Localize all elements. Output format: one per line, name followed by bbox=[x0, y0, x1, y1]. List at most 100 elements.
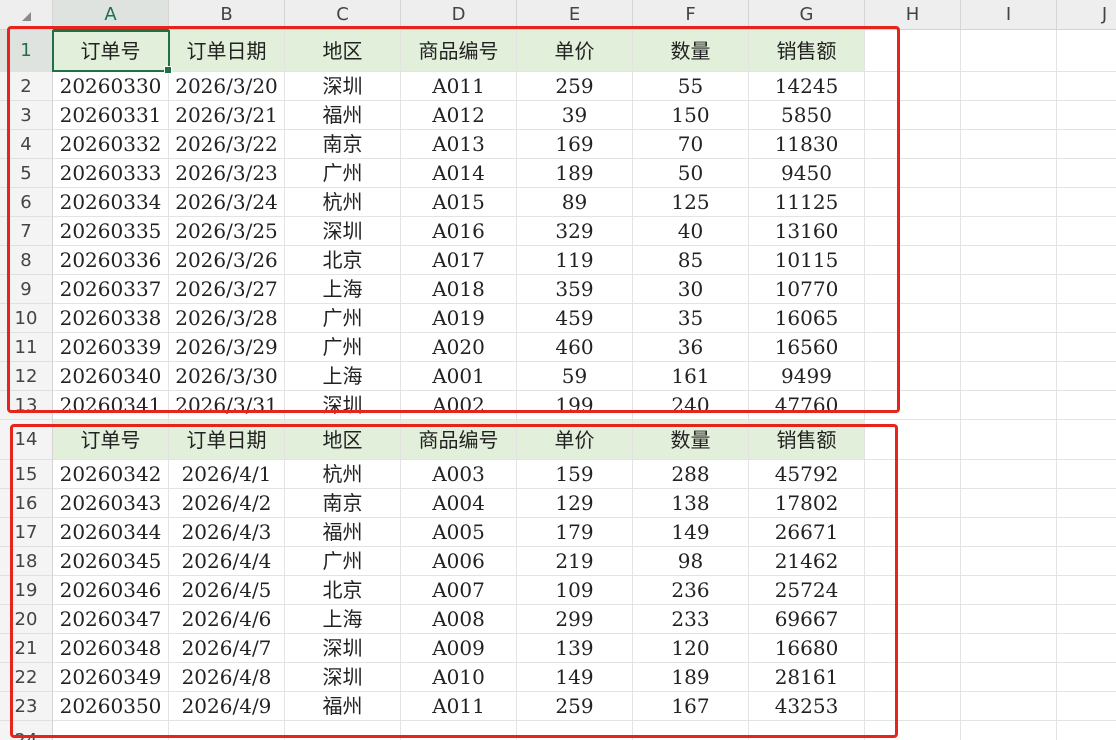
cell-h13[interactable] bbox=[865, 391, 961, 420]
row-header-18[interactable]: 18 bbox=[0, 547, 53, 576]
cell-d11[interactable]: A020 bbox=[401, 333, 517, 362]
cell-i19[interactable] bbox=[961, 576, 1057, 605]
cell-b17[interactable]: 2026/4/3 bbox=[169, 518, 285, 547]
cell-a4[interactable]: 20260332 bbox=[53, 130, 169, 159]
row-header-17[interactable]: 17 bbox=[0, 518, 53, 547]
cell-h23[interactable] bbox=[865, 692, 961, 721]
row-header-15[interactable]: 15 bbox=[0, 460, 53, 489]
cell-f9[interactable]: 30 bbox=[633, 275, 749, 304]
cell-b3[interactable]: 2026/3/21 bbox=[169, 101, 285, 130]
cell-i17[interactable] bbox=[961, 518, 1057, 547]
cell-e21[interactable]: 139 bbox=[517, 634, 633, 663]
cell-a21[interactable]: 20260348 bbox=[53, 634, 169, 663]
column-header-j[interactable]: J bbox=[1057, 0, 1116, 30]
cell-b20[interactable]: 2026/4/6 bbox=[169, 605, 285, 634]
cell-f16[interactable]: 138 bbox=[633, 489, 749, 518]
cell-f19[interactable]: 236 bbox=[633, 576, 749, 605]
cell-g11[interactable]: 16560 bbox=[749, 333, 865, 362]
cell-i2[interactable] bbox=[961, 72, 1057, 101]
cell-a6[interactable]: 20260334 bbox=[53, 188, 169, 217]
cell-i7[interactable] bbox=[961, 217, 1057, 246]
cell-h22[interactable] bbox=[865, 663, 961, 692]
cell-i6[interactable] bbox=[961, 188, 1057, 217]
cell-j3[interactable] bbox=[1057, 101, 1116, 130]
cell-j23[interactable] bbox=[1057, 692, 1116, 721]
header-cell-e14[interactable]: 单价 bbox=[517, 420, 633, 460]
cell-e13[interactable]: 199 bbox=[517, 391, 633, 420]
cell-d13[interactable]: A002 bbox=[401, 391, 517, 420]
cell-f21[interactable]: 120 bbox=[633, 634, 749, 663]
cell-d12[interactable]: A001 bbox=[401, 362, 517, 391]
cell-i12[interactable] bbox=[961, 362, 1057, 391]
cell-j21[interactable] bbox=[1057, 634, 1116, 663]
cell-h9[interactable] bbox=[865, 275, 961, 304]
cell-f22[interactable]: 189 bbox=[633, 663, 749, 692]
cell-j20[interactable] bbox=[1057, 605, 1116, 634]
cell-j6[interactable] bbox=[1057, 188, 1116, 217]
cell-h15[interactable] bbox=[865, 460, 961, 489]
cell-c11[interactable]: 广州 bbox=[285, 333, 401, 362]
cell-f13[interactable]: 240 bbox=[633, 391, 749, 420]
cell-g12[interactable]: 9499 bbox=[749, 362, 865, 391]
cell-j2[interactable] bbox=[1057, 72, 1116, 101]
cell-j14[interactable] bbox=[1057, 420, 1116, 460]
header-cell-b1[interactable]: 订单日期 bbox=[169, 30, 285, 72]
cell-e23[interactable]: 259 bbox=[517, 692, 633, 721]
row-header-20[interactable]: 20 bbox=[0, 605, 53, 634]
header-cell-a14[interactable]: 订单号 bbox=[53, 420, 169, 460]
header-cell-b14[interactable]: 订单日期 bbox=[169, 420, 285, 460]
cell-c23[interactable]: 福州 bbox=[285, 692, 401, 721]
row-header-22[interactable]: 22 bbox=[0, 663, 53, 692]
cell-c2[interactable]: 深圳 bbox=[285, 72, 401, 101]
row-header-14[interactable]: 14 bbox=[0, 420, 53, 460]
cell-j18[interactable] bbox=[1057, 547, 1116, 576]
cell-e10[interactable]: 459 bbox=[517, 304, 633, 333]
cell-j1[interactable] bbox=[1057, 30, 1116, 72]
row-header-12[interactable]: 12 bbox=[0, 362, 53, 391]
cell-h21[interactable] bbox=[865, 634, 961, 663]
cell-f10[interactable]: 35 bbox=[633, 304, 749, 333]
cell-h7[interactable] bbox=[865, 217, 961, 246]
row-header-2[interactable]: 2 bbox=[0, 72, 53, 101]
cell-f8[interactable]: 85 bbox=[633, 246, 749, 275]
row-header-11[interactable]: 11 bbox=[0, 333, 53, 362]
cell-c17[interactable]: 福州 bbox=[285, 518, 401, 547]
cell-g19[interactable]: 25724 bbox=[749, 576, 865, 605]
row-header-7[interactable]: 7 bbox=[0, 217, 53, 246]
cell-d18[interactable]: A006 bbox=[401, 547, 517, 576]
cell-d16[interactable]: A004 bbox=[401, 489, 517, 518]
cell-i10[interactable] bbox=[961, 304, 1057, 333]
cell-i18[interactable] bbox=[961, 547, 1057, 576]
cell-h20[interactable] bbox=[865, 605, 961, 634]
cell-j15[interactable] bbox=[1057, 460, 1116, 489]
cell-a11[interactable]: 20260339 bbox=[53, 333, 169, 362]
cell-g5[interactable]: 9450 bbox=[749, 159, 865, 188]
column-header-a[interactable]: A bbox=[53, 0, 169, 30]
cell-d21[interactable]: A009 bbox=[401, 634, 517, 663]
cell-a3[interactable]: 20260331 bbox=[53, 101, 169, 130]
cell-f20[interactable]: 233 bbox=[633, 605, 749, 634]
row-header-3[interactable]: 3 bbox=[0, 101, 53, 130]
cell-j13[interactable] bbox=[1057, 391, 1116, 420]
cell-b23[interactable]: 2026/4/9 bbox=[169, 692, 285, 721]
cell-j19[interactable] bbox=[1057, 576, 1116, 605]
column-header-e[interactable]: E bbox=[517, 0, 633, 30]
cell-h6[interactable] bbox=[865, 188, 961, 217]
cell-f12[interactable]: 161 bbox=[633, 362, 749, 391]
cell-a19[interactable]: 20260346 bbox=[53, 576, 169, 605]
cell-h19[interactable] bbox=[865, 576, 961, 605]
header-cell-e1[interactable]: 单价 bbox=[517, 30, 633, 72]
cell-a23[interactable]: 20260350 bbox=[53, 692, 169, 721]
cell-d15[interactable]: A003 bbox=[401, 460, 517, 489]
cell-e9[interactable]: 359 bbox=[517, 275, 633, 304]
cell-j24[interactable] bbox=[1057, 721, 1116, 740]
cell-i1[interactable] bbox=[961, 30, 1057, 72]
row-header-19[interactable]: 19 bbox=[0, 576, 53, 605]
cell-c18[interactable]: 广州 bbox=[285, 547, 401, 576]
cell-b5[interactable]: 2026/3/23 bbox=[169, 159, 285, 188]
cell-c16[interactable]: 南京 bbox=[285, 489, 401, 518]
cell-c9[interactable]: 上海 bbox=[285, 275, 401, 304]
cell-g13[interactable]: 47760 bbox=[749, 391, 865, 420]
cell-c8[interactable]: 北京 bbox=[285, 246, 401, 275]
cell-d24[interactable] bbox=[401, 721, 517, 740]
